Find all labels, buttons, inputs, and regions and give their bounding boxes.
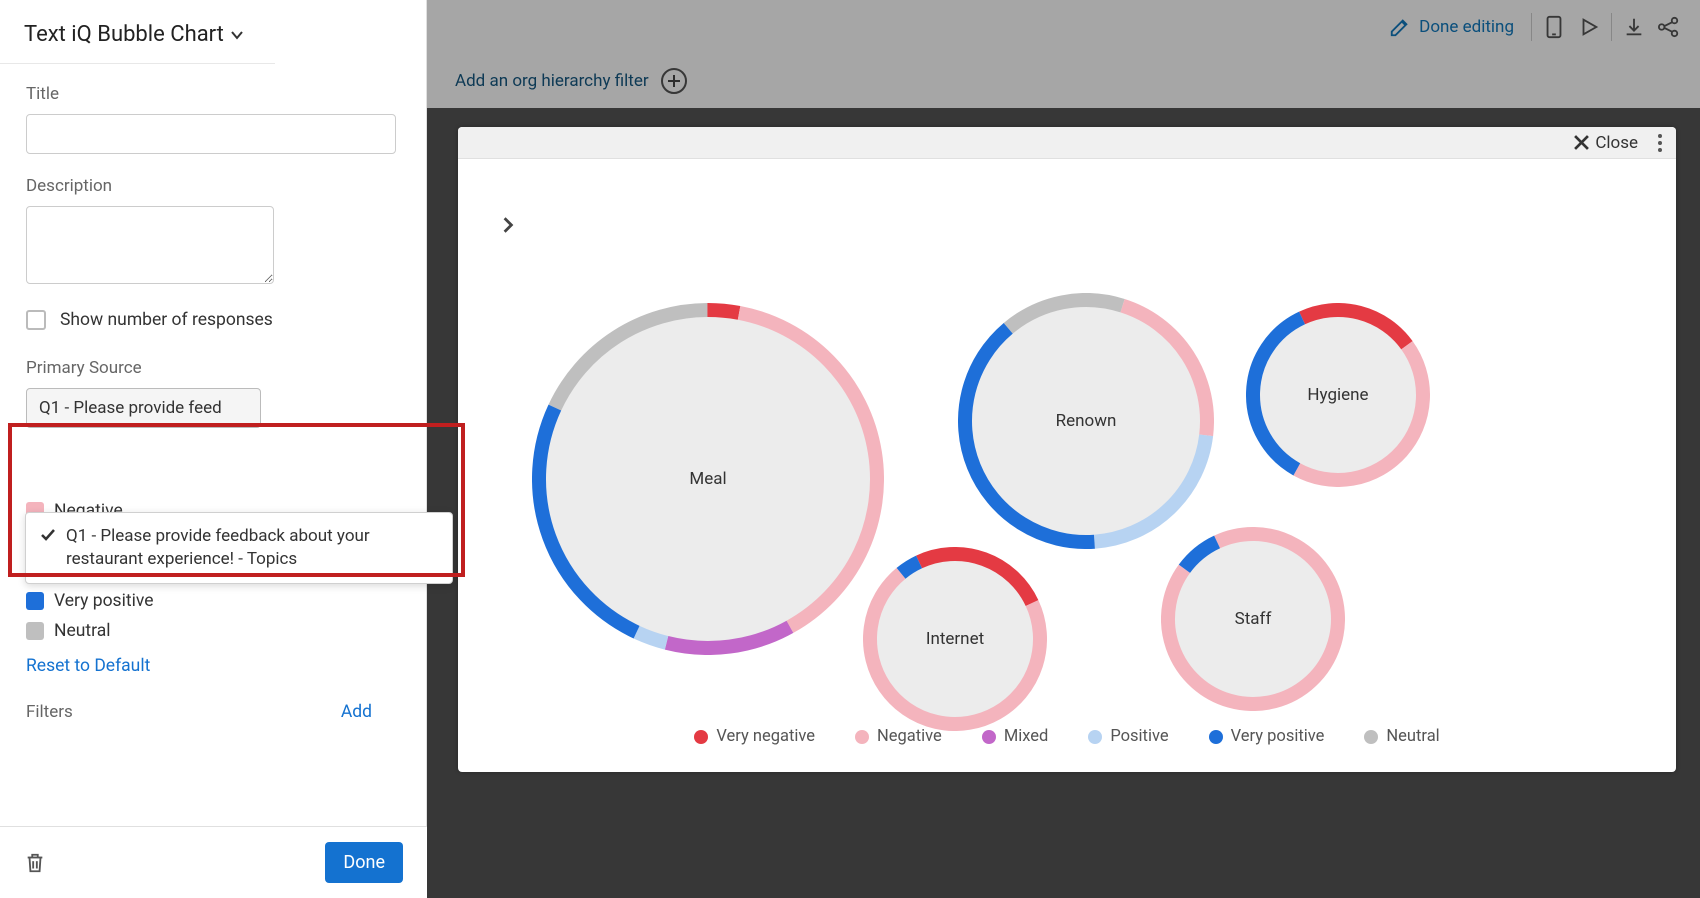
share-button[interactable] [1652, 10, 1686, 44]
done-editing-button[interactable]: Done editing [1377, 8, 1526, 46]
dot-icon [694, 730, 708, 744]
mobile-preview-button[interactable] [1537, 10, 1571, 44]
expand-breadcrumb-button[interactable] [496, 213, 520, 237]
show-responses-label: Show number of responses [60, 310, 273, 330]
delete-widget-button[interactable] [24, 851, 46, 875]
swatch-icon [26, 592, 44, 610]
add-hierarchy-filter-link[interactable]: Add an org hierarchy filter [455, 71, 649, 91]
filters-label: Filters [26, 702, 73, 722]
close-panel-button[interactable]: Close [1568, 129, 1644, 157]
bubble-label: Hygiene [1307, 385, 1368, 405]
title-field-label: Title [26, 84, 400, 104]
dot-icon [982, 730, 996, 744]
description-input[interactable] [26, 206, 274, 284]
panel-type-selector[interactable]: Text iQ Bubble Chart [0, 0, 275, 64]
mobile-icon [1545, 15, 1563, 39]
dot-icon [1088, 730, 1102, 744]
swatch-icon [26, 622, 44, 640]
play-icon [1578, 16, 1600, 38]
panel-footer: Done [0, 826, 427, 898]
filters-row: Filters Add [26, 702, 400, 722]
hierarchy-filter-row: Add an org hierarchy filter [427, 53, 1700, 108]
panel-content: Title Description Show number of respons… [0, 64, 426, 722]
primary-source-label: Primary Source [26, 358, 400, 378]
legend-very-negative[interactable]: Very negative [694, 727, 815, 746]
description-field-label: Description [26, 176, 400, 196]
separator [1531, 13, 1532, 41]
play-button[interactable] [1572, 10, 1606, 44]
done-button[interactable]: Done [325, 842, 403, 883]
bubble-hygiene[interactable]: Hygiene [1246, 303, 1430, 487]
chart-panel-header: Close [458, 127, 1676, 159]
bubble-internet[interactable]: Internet [863, 547, 1047, 731]
bubble-label: Meal [689, 469, 726, 489]
legend-very-positive[interactable]: Very positive [1209, 727, 1325, 746]
close-icon [1574, 135, 1589, 150]
share-icon [1657, 16, 1681, 38]
download-icon [1623, 16, 1645, 38]
panel-menu-button[interactable] [1650, 134, 1670, 152]
title-input[interactable] [26, 114, 396, 154]
chevron-down-icon [230, 30, 244, 40]
bubble-label: Staff [1235, 609, 1272, 629]
chart-legend: Very negative Negative Mixed Positive Ve… [458, 727, 1676, 746]
chart-panel: Close Meal Renown Hygiene Internet Staff Ver… [458, 127, 1676, 772]
check-icon [40, 528, 56, 542]
legend-mixed[interactable]: Mixed [982, 727, 1049, 746]
dot-icon [855, 730, 869, 744]
legend-negative[interactable]: Negative [855, 727, 942, 746]
show-responses-checkbox[interactable] [26, 310, 46, 330]
show-responses-row: Show number of responses [26, 310, 400, 330]
chart-body: Meal Renown Hygiene Internet Staff Very nega… [458, 159, 1676, 772]
sentiment-row-neutral[interactable]: Neutral [26, 616, 400, 646]
bubble-meal[interactable]: Meal [532, 303, 884, 655]
bubble-label: Renown [1056, 411, 1117, 431]
primary-source-dropdown: Q1 - Please provide feedback about your … [25, 512, 453, 584]
side-panel: Text iQ Bubble Chart Title Description S… [0, 0, 427, 898]
bubble-staff[interactable]: Staff [1161, 527, 1345, 711]
close-label: Close [1595, 133, 1638, 153]
legend-positive[interactable]: Positive [1088, 727, 1168, 746]
add-filter-link[interactable]: Add [341, 702, 372, 722]
add-hierarchy-filter-button[interactable] [661, 68, 687, 94]
legend-neutral[interactable]: Neutral [1364, 727, 1439, 746]
trash-icon [24, 851, 46, 875]
reset-to-default-link[interactable]: Reset to Default [26, 656, 150, 676]
dot-icon [1209, 730, 1223, 744]
done-editing-label: Done editing [1419, 17, 1514, 37]
primary-source-select[interactable]: Q1 - Please provide feed [26, 388, 261, 428]
dot-icon [1364, 730, 1378, 744]
separator [1611, 13, 1612, 41]
bubble-renown[interactable]: Renown [958, 293, 1214, 549]
edit-icon [1389, 16, 1411, 38]
plus-icon [667, 74, 681, 88]
bubble-label: Internet [926, 629, 984, 649]
chevron-right-icon [502, 216, 514, 234]
topbar: Done editing [427, 0, 1700, 53]
dropdown-option-label: Q1 - Please provide feedback about your … [66, 525, 438, 571]
dropdown-option[interactable]: Q1 - Please provide feedback about your … [26, 513, 452, 583]
primary-source-value: Q1 - Please provide feed [39, 398, 222, 418]
sentiment-row-very-positive[interactable]: Very positive [26, 586, 400, 616]
download-button[interactable] [1617, 10, 1651, 44]
panel-title: Text iQ Bubble Chart [24, 22, 224, 47]
